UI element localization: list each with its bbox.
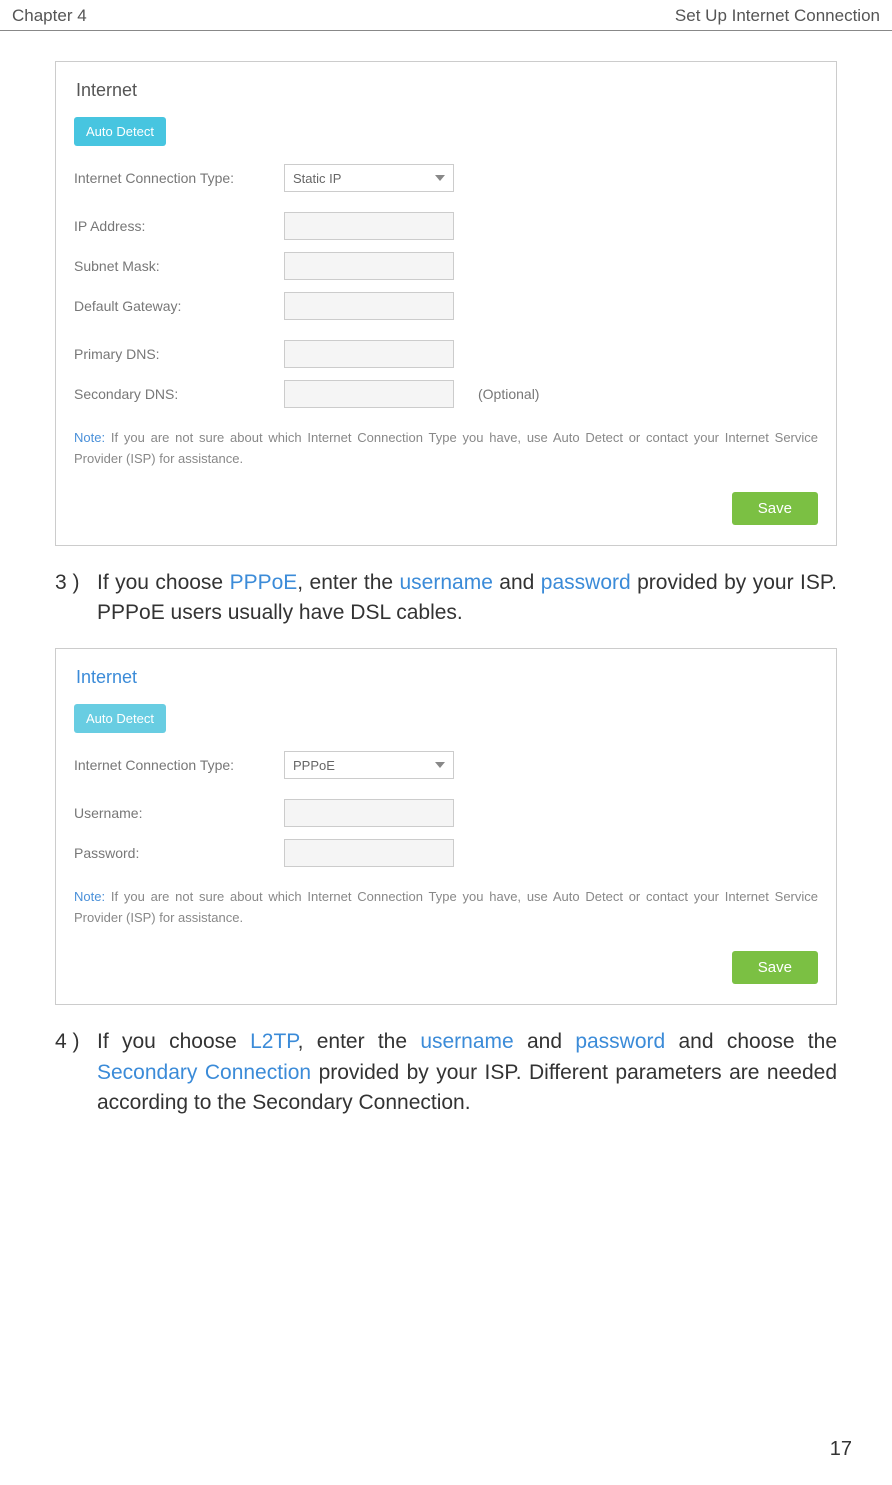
pppoe-term: PPPoE [230,571,298,594]
secondary-dns-input[interactable] [284,380,454,408]
step-3-paragraph: 3 ) If you choose PPPoE, enter the usern… [55,568,837,629]
secondary-dns-label: Secondary DNS: [74,386,284,402]
password-label: Password: [74,845,284,861]
username-label: Username: [74,805,284,821]
panel-title: Internet [74,661,818,698]
auto-detect-button[interactable]: Auto Detect [74,704,166,733]
save-button[interactable]: Save [732,492,818,525]
panel-title: Internet [74,74,818,111]
note-body: If you are not sure about which Internet… [74,430,818,466]
chapter-label: Chapter 4 [12,6,87,26]
password-term: password [541,571,631,594]
username-term: username [420,1030,513,1053]
conn-type-value: Static IP [293,171,341,186]
conn-type-label: Internet Connection Type: [74,170,284,186]
primary-dns-input[interactable] [284,340,454,368]
password-term: password [575,1030,665,1053]
secondary-connection-term: Secondary Connection [97,1061,311,1084]
conn-type-label: Internet Connection Type: [74,757,284,773]
step-number: 3 ) [55,568,97,629]
default-gateway-input[interactable] [284,292,454,320]
step-4-paragraph: 4 ) If you choose L2TP, enter the userna… [55,1027,837,1118]
optional-label: (Optional) [478,386,539,402]
step-body: If you choose PPPoE, enter the username … [97,568,837,629]
internet-panel-static: Internet Auto Detect Internet Connection… [55,61,837,546]
form-row-primary-dns: Primary DNS: [74,340,818,368]
form-row-subnet: Subnet Mask: [74,252,818,280]
step-number: 4 ) [55,1027,97,1118]
chevron-down-icon [435,762,445,768]
form-row-username: Username: [74,799,818,827]
form-row-connection-type: Internet Connection Type: PPPoE [74,751,818,779]
form-row-secondary-dns: Secondary DNS: (Optional) [74,380,818,408]
auto-detect-button[interactable]: Auto Detect [74,117,166,146]
note-label: Note: [74,430,105,445]
password-input[interactable] [284,839,454,867]
form-row-password: Password: [74,839,818,867]
page-header: Chapter 4 Set Up Internet Connection [0,0,892,31]
note-text: Note: If you are not sure about which In… [74,887,818,929]
conn-type-value: PPPoE [293,758,335,773]
subnet-mask-input[interactable] [284,252,454,280]
step-body: If you choose L2TP, enter the username a… [97,1027,837,1118]
l2tp-term: L2TP [250,1030,298,1053]
chevron-down-icon [435,175,445,181]
save-button[interactable]: Save [732,951,818,984]
conn-type-select[interactable]: PPPoE [284,751,454,779]
ip-label: IP Address: [74,218,284,234]
subnet-label: Subnet Mask: [74,258,284,274]
conn-type-select[interactable]: Static IP [284,164,454,192]
note-label: Note: [74,889,105,904]
primary-dns-label: Primary DNS: [74,346,284,362]
form-row-connection-type: Internet Connection Type: Static IP [74,164,818,192]
note-text: Note: If you are not sure about which In… [74,428,818,470]
ip-address-input[interactable] [284,212,454,240]
header-title: Set Up Internet Connection [675,6,880,26]
internet-panel-pppoe: Internet Auto Detect Internet Connection… [55,648,837,1005]
page-number: 17 [830,1438,852,1461]
note-body: If you are not sure about which Internet… [74,889,818,925]
form-row-gateway: Default Gateway: [74,292,818,320]
page-content: Internet Auto Detect Internet Connection… [0,31,892,1118]
username-term: username [399,571,492,594]
username-input[interactable] [284,799,454,827]
form-row-ip: IP Address: [74,212,818,240]
gateway-label: Default Gateway: [74,298,284,314]
